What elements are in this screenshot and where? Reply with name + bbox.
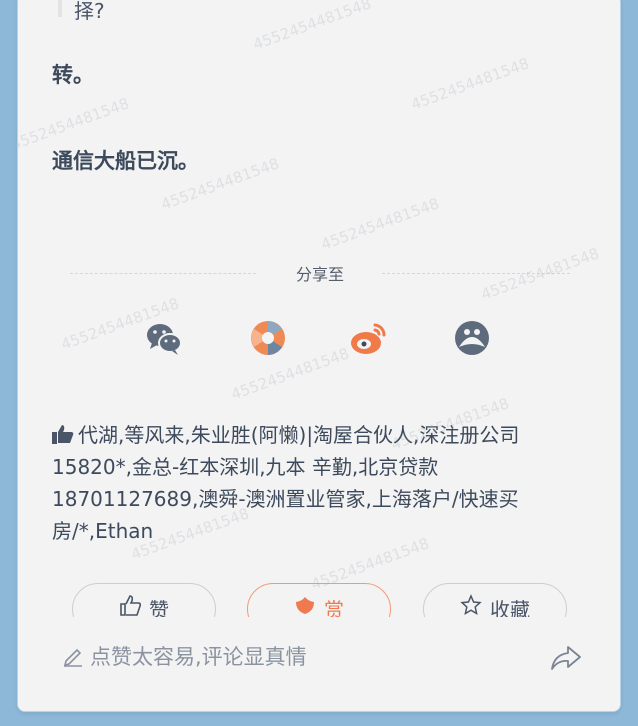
star-icon bbox=[460, 594, 482, 616]
likes-names: 代湖,等风来,朱业胜(阿懒)|淘屋合伙人,深注册公司15820*,金总-红本深圳… bbox=[52, 423, 520, 543]
watermark: 4552454481548 bbox=[250, 0, 374, 54]
likes-list: 代湖,等风来,朱业胜(阿懒)|淘屋合伙人,深注册公司15820*,金总-红本深圳… bbox=[52, 419, 572, 547]
reward-icon bbox=[296, 597, 314, 614]
share-divider: 分享至 bbox=[70, 261, 570, 285]
comment-input[interactable]: 点赞太容易,评论显真情 bbox=[62, 641, 307, 671]
article-paragraph: 转。 bbox=[52, 63, 94, 87]
comment-placeholder: 点赞太容易,评论显真情 bbox=[90, 645, 307, 669]
watermark: 4552454481548 bbox=[408, 54, 532, 114]
weibo-icon[interactable] bbox=[349, 319, 387, 357]
share-icons bbox=[18, 319, 620, 359]
comment-bar: 点赞太容易,评论显真情 bbox=[18, 617, 620, 711]
pencil-icon bbox=[63, 648, 82, 667]
share-arrow-icon[interactable] bbox=[550, 645, 582, 671]
moments-icon[interactable] bbox=[249, 319, 287, 357]
thumbs-up-outline-icon bbox=[120, 595, 141, 616]
quote-fragment: 择? bbox=[74, 0, 105, 23]
blockquote-bar bbox=[58, 0, 62, 17]
article-paragraph: 通信大船已沉。 bbox=[52, 149, 199, 173]
share-label: 分享至 bbox=[295, 265, 344, 284]
thumbs-up-icon bbox=[52, 425, 74, 444]
article-frame: 择? 转。 通信大船已沉。 分享至 代湖,等风来,朱业胜(阿懒)|淘屋合伙人,深… bbox=[17, 0, 621, 712]
qq-icon[interactable] bbox=[453, 319, 491, 357]
wechat-icon[interactable] bbox=[145, 319, 183, 357]
watermark: 4552454481548 bbox=[318, 194, 442, 254]
